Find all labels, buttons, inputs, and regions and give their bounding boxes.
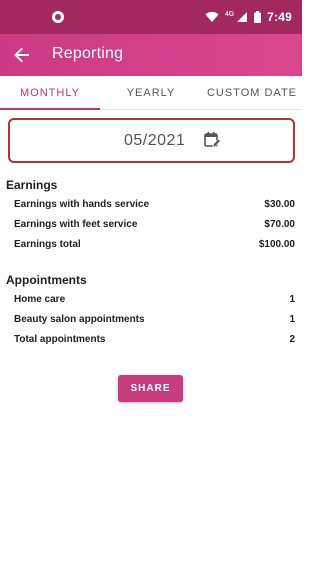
earnings-row-hands: Earnings with hands service $30.00	[14, 199, 295, 213]
appointments-section-title: Appointments	[6, 273, 87, 287]
app-bar: Reporting	[0, 34, 302, 76]
month-date-field[interactable]: 05/2021	[8, 118, 295, 163]
appointments-row-home-care: Home care 1	[14, 294, 295, 308]
back-button[interactable]	[10, 43, 34, 67]
tab-yearly[interactable]: YEARLY	[100, 76, 202, 110]
notification-icon	[52, 11, 64, 23]
arrow-left-icon	[14, 47, 29, 63]
row-value: 1	[289, 294, 295, 305]
row-label: Earnings total	[14, 239, 81, 250]
status-bar: 4G 7:49	[0, 0, 302, 34]
tab-custom-date[interactable]: CUSTOM DATE	[202, 76, 302, 110]
signal-icon	[237, 12, 248, 22]
tab-monthly[interactable]: MONTHLY	[0, 76, 100, 110]
earnings-row-total: Earnings total $100.00	[14, 239, 295, 253]
date-value: 05/2021	[124, 132, 186, 149]
status-time: 7:49	[267, 10, 292, 24]
earnings-section-title: Earnings	[6, 178, 58, 192]
row-value: $70.00	[264, 219, 295, 230]
tab-indicator	[0, 108, 100, 110]
share-button[interactable]: SHARE	[118, 375, 183, 402]
row-value: 1	[289, 314, 295, 325]
wifi-icon	[205, 11, 219, 22]
row-label: Home care	[14, 294, 66, 305]
row-value: 2	[289, 334, 295, 345]
network-type-label: 4G	[224, 10, 235, 18]
appointments-row-salon: Beauty salon appointments 1	[14, 314, 295, 328]
battery-icon	[254, 11, 262, 23]
appointments-row-total: Total appointments 2	[14, 334, 295, 348]
row-label: Earnings with hands service	[14, 199, 150, 210]
row-label: Earnings with feet service	[14, 219, 138, 230]
earnings-row-feet: Earnings with feet service $70.00	[14, 219, 295, 233]
row-label: Total appointments	[14, 334, 106, 345]
tab-bar: MONTHLY YEARLY CUSTOM DATE	[0, 76, 302, 110]
status-indicators: 4G 7:49	[205, 9, 292, 25]
calendar-edit-button[interactable]	[203, 131, 223, 151]
calendar-edit-icon	[204, 132, 221, 147]
row-label: Beauty salon appointments	[14, 314, 145, 325]
row-value: $30.00	[264, 199, 295, 210]
row-value: $100.00	[258, 239, 295, 250]
page-title: Reporting	[52, 45, 124, 62]
